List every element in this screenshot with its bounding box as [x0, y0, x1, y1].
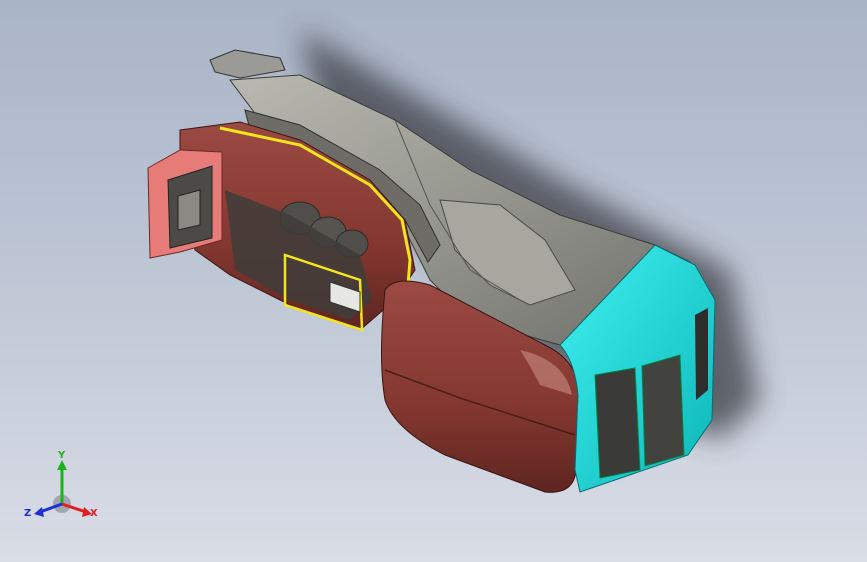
side-panel-inner-box	[177, 189, 201, 231]
axis-triad: Y X Z	[24, 450, 98, 519]
cyan-frame-window-right	[641, 354, 685, 467]
z-axis-arrow-icon	[34, 507, 44, 517]
y-axis-label: Y	[57, 450, 66, 461]
cyan-frame-window-left	[594, 367, 641, 479]
cad-viewport[interactable]	[0, 0, 867, 562]
y-axis-arrow-icon	[57, 460, 67, 470]
mounting-bracket[interactable]	[209, 49, 286, 79]
cyan-frame-side-slot	[695, 308, 708, 400]
x-axis-label: X	[90, 508, 98, 519]
z-axis-label: Z	[24, 508, 31, 519]
